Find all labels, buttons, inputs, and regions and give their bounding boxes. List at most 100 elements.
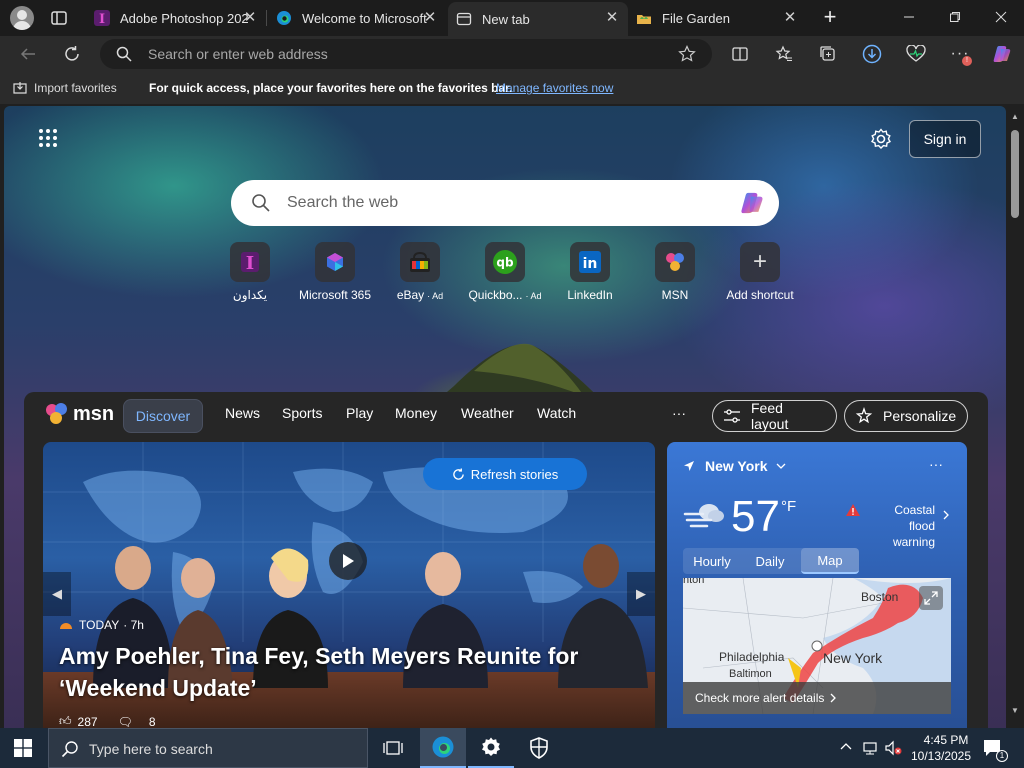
clock-date[interactable]: 10/13/2025 [906,749,976,763]
web-search-box[interactable]: Search the web [231,180,779,226]
shortcut-label: Quickbo... [468,288,523,302]
tray-chevron-up-icon[interactable] [840,742,852,750]
scrollbar-thumb[interactable] [1011,130,1019,218]
msn-icon [655,242,695,282]
favorites-icon[interactable] [772,42,796,66]
clock-time[interactable]: 4:45 PM [916,733,976,747]
shortcut-tile[interactable]: I يكداون [208,242,292,302]
expand-map-icon[interactable] [919,586,943,610]
shortcut-tile[interactable]: in LinkedIn [548,242,632,302]
favorite-star-icon[interactable] [678,45,696,63]
manage-favorites-link[interactable]: Manage favorites now [496,81,613,95]
new-tab-page: Sign in Search the web I يكداون Microsof… [4,106,1006,728]
shortcut-label: LinkedIn [567,288,613,302]
plus-icon: + [740,242,780,282]
chevron-right-icon [830,693,837,703]
shortcut-tile[interactable]: Microsoft 365 [293,242,377,302]
svg-text:qb: qb [496,256,514,270]
notification-count-badge: 1 [996,750,1008,762]
scroll-up-arrow[interactable]: ▲ [1011,112,1019,121]
tab-watch[interactable]: Watch [537,405,576,421]
weather-alert-map[interactable]: nton Boston Philadelphia New York Baltim… [683,578,951,714]
tab-photoshop[interactable]: I Adobe Photoshop 202 ✕ [86,2,266,34]
apps-launcher-icon[interactable] [38,128,58,148]
like-icon[interactable]: 👍︎ [59,714,72,728]
close-icon[interactable]: ✕ [242,10,258,26]
minimize-button[interactable] [886,0,932,34]
refresh-button[interactable] [60,42,84,66]
import-favorites-icon[interactable] [12,80,28,96]
alert-details-link[interactable]: Check more alert details [683,682,951,714]
letter-i-icon: I [94,10,110,26]
volume-muted-icon[interactable] [884,740,902,756]
address-bar[interactable]: Search or enter web address [100,39,712,69]
tab-actions-icon[interactable] [50,9,68,27]
tab-news[interactable]: News [225,405,260,421]
taskbar-security-shield-icon[interactable] [516,728,562,768]
taskbar-edge-icon[interactable] [420,728,466,768]
feed-layout-button[interactable]: Feed layout [712,400,837,432]
tab-play[interactable]: Play [346,405,373,421]
shortcut-label: eBay [396,288,425,302]
settings-gear-icon[interactable] [870,128,892,150]
close-icon[interactable]: ✕ [782,10,798,26]
tab-hourly[interactable]: Hourly [683,548,741,574]
more-menu-icon[interactable]: ··· ! [948,42,972,66]
location-selector[interactable]: New York [683,458,786,474]
carousel-next-button[interactable]: ▶ [627,572,655,616]
tab-new-tab[interactable]: New tab ✕ [448,2,628,36]
tab-weather[interactable]: Weather [461,405,514,421]
tab-discover[interactable]: Discover [123,399,203,433]
import-favorites-button[interactable]: Import favorites [34,81,117,95]
msn-logo[interactable]: msn [44,402,114,426]
carousel-prev-button[interactable]: ◀ [43,572,71,616]
tab-sports[interactable]: Sports [282,405,322,421]
profile-avatar[interactable] [10,6,34,30]
tab-daily[interactable]: Daily [741,548,799,574]
tab-map[interactable]: Map [801,548,859,574]
hero-headline[interactable]: Amy Poehler, Tina Fey, Seth Meyers Reuni… [59,640,619,704]
close-icon[interactable]: ✕ [604,10,620,26]
shortcut-tile[interactable]: MSN [633,242,717,302]
taskbar-search-box[interactable]: Type here to search [48,728,368,768]
play-video-button[interactable] [329,542,367,580]
tab-title: Welcome to Microsoft [302,10,427,26]
tab-welcome-microsoft[interactable]: Welcome to Microsoft ✕ [268,2,446,34]
shortcut-tile[interactable]: qb Quickbo... · Ad [463,242,547,302]
new-tab-button[interactable]: + [818,6,842,30]
sign-in-button[interactable]: Sign in [909,120,981,158]
ebay-icon [400,242,440,282]
tab-file-garden[interactable]: File Garden ✕ [628,2,806,34]
copilot-icon[interactable] [737,189,767,217]
restore-button[interactable] [932,0,978,34]
page-scrollbar[interactable]: ▲ ▼ [1006,106,1024,728]
taskbar-settings-icon[interactable] [468,728,514,768]
split-screen-icon[interactable] [728,42,752,66]
refresh-stories-button[interactable]: Refresh stories [423,458,587,490]
personalize-button[interactable]: Personalize [844,400,968,432]
tab-money[interactable]: Money [395,405,437,421]
performance-icon[interactable] [904,42,928,66]
add-shortcut-tile[interactable]: + Add shortcut [718,242,802,302]
hero-story-card[interactable]: Refresh stories ◀ ▶ TODAY · 7h Amy Poehl… [43,442,655,728]
close-window-button[interactable] [978,0,1024,34]
shortcut-label: MSN [661,288,689,302]
ad-badge: · Ad [427,291,444,301]
more-tabs-button[interactable]: ··· [672,405,686,421]
weather-more-button[interactable]: ··· [929,456,943,472]
close-icon[interactable]: ✕ [422,10,438,26]
task-view-icon[interactable] [370,728,416,768]
scroll-down-arrow[interactable]: ▼ [1011,706,1019,715]
downloads-icon[interactable] [860,42,884,66]
copilot-icon[interactable] [990,42,1014,66]
search-icon [116,46,132,62]
comment-icon[interactable]: 🗨︎ [118,715,133,729]
network-icon[interactable] [862,740,880,756]
collections-icon[interactable] [816,42,840,66]
back-button[interactable] [16,42,40,66]
weather-card[interactable]: New York ··· 57 °F Coastal flood warning [667,442,967,728]
weather-alert[interactable]: Coastal flood warning [845,502,949,550]
windows-start-icon[interactable] [0,728,46,768]
shortcut-tile[interactable]: eBay · Ad [378,242,462,302]
story-reactions: 👍︎ 287 🗨︎ 8 [59,714,156,728]
